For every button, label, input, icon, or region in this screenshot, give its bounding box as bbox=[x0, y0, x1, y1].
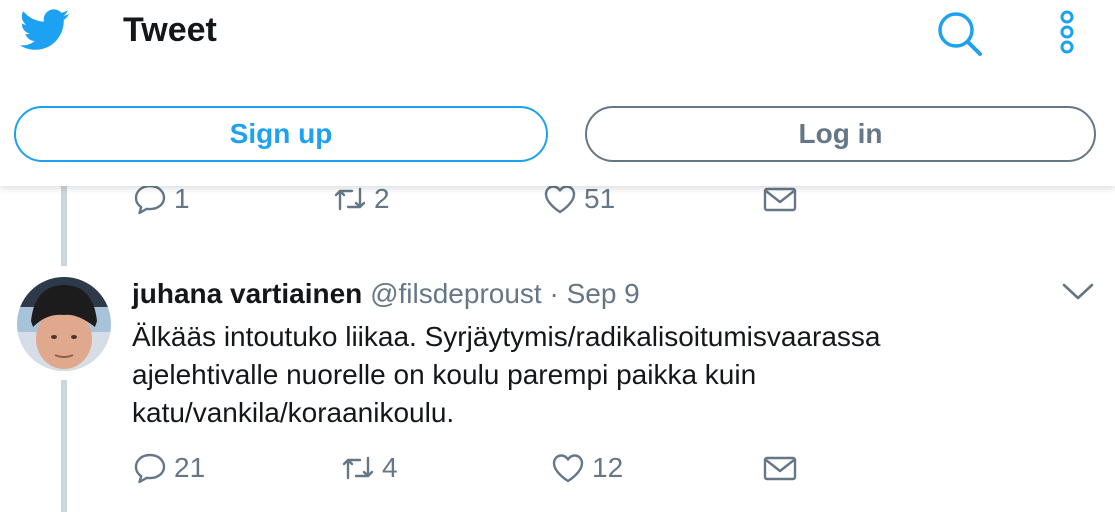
retweet-icon bbox=[342, 456, 374, 480]
twitter-bird-icon[interactable] bbox=[20, 9, 70, 51]
tweet-date[interactable]: Sep 9 bbox=[567, 278, 640, 309]
like-button[interactable]: 12 bbox=[550, 448, 623, 488]
author-handle[interactable]: @filsdeproust bbox=[370, 278, 542, 309]
like-count: 12 bbox=[592, 452, 624, 483]
reply-icon bbox=[134, 453, 166, 484]
reply-count: 21 bbox=[174, 452, 206, 483]
retweet-count: 2 bbox=[374, 183, 390, 214]
meta-separator: · bbox=[549, 278, 559, 309]
tweet-text-line: ajelehtivalle nuorelle on koulu parempi … bbox=[132, 359, 757, 390]
direct-message-button[interactable] bbox=[762, 448, 798, 488]
reply-icon bbox=[134, 184, 166, 215]
heart-icon bbox=[552, 454, 584, 483]
page-title: Tweet bbox=[123, 11, 217, 49]
like-count: 51 bbox=[584, 183, 616, 214]
envelope-icon bbox=[763, 187, 797, 212]
tweet-actions: 21 4 12 bbox=[132, 448, 832, 488]
thread-connector-line bbox=[61, 186, 67, 266]
avatar[interactable] bbox=[17, 277, 111, 371]
sign-up-button[interactable]: Sign up bbox=[14, 106, 548, 162]
top-app-bar: Tweet Sign up Log in bbox=[0, 0, 1115, 186]
envelope-icon bbox=[763, 456, 797, 481]
tweet-text-line: Älkääs intoutuko liikaa. Syrjäytymis/rad… bbox=[132, 321, 881, 352]
chevron-down-icon[interactable] bbox=[1060, 279, 1096, 303]
retweet-button[interactable]: 4 bbox=[340, 448, 398, 488]
more-vertical-icon[interactable] bbox=[1052, 6, 1082, 58]
heart-icon bbox=[544, 185, 576, 214]
thread-connector-line bbox=[61, 380, 67, 512]
author-name[interactable]: juhana vartiainen bbox=[132, 278, 362, 309]
log-in-button[interactable]: Log in bbox=[585, 106, 1096, 162]
reply-button[interactable]: 21 bbox=[132, 448, 205, 488]
retweet-icon bbox=[334, 187, 366, 211]
tweet-text-line: katu/vankila/koraanikoulu. bbox=[132, 397, 455, 428]
tweet-header: juhana vartiainen @filsdeproust · Sep 9 bbox=[132, 278, 640, 310]
search-icon[interactable] bbox=[934, 6, 986, 58]
retweet-count: 4 bbox=[382, 452, 398, 483]
avatar-photo bbox=[17, 277, 111, 371]
reply-count: 1 bbox=[174, 183, 190, 214]
tweet-text: Älkääs intoutuko liikaa. Syrjäytymis/rad… bbox=[132, 318, 1032, 432]
